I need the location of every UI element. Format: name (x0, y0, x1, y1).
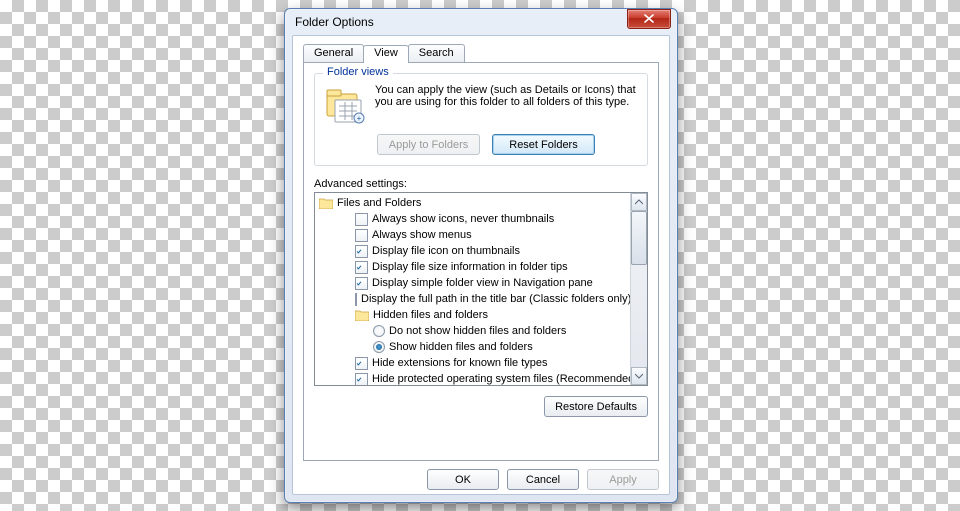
tree-item[interactable]: Show hidden files and folders (319, 339, 628, 355)
tree-root[interactable]: Files and Folders (319, 195, 628, 211)
dialog-button-row: OK Cancel Apply (293, 469, 669, 494)
advanced-settings-tree: Files and Folders Always show icons, nev… (314, 192, 648, 386)
folder-views-text: You can apply the view (such as Details … (375, 84, 637, 126)
radio[interactable] (373, 325, 385, 337)
titlebar[interactable]: Folder Options (285, 9, 677, 35)
tab-general[interactable]: General (303, 44, 364, 62)
checkbox[interactable] (355, 261, 368, 274)
folder-options-dialog: Folder Options General View Search Folde… (284, 8, 678, 503)
scroll-track[interactable] (631, 265, 647, 367)
folder-icon (355, 309, 369, 321)
tab-panel-view: Folder views + (303, 62, 659, 461)
radio[interactable] (373, 341, 385, 353)
tree-item-label: Always show menus (372, 229, 472, 241)
tree-item[interactable]: Display file size information in folder … (319, 259, 628, 275)
advanced-settings-label: Advanced settings: (314, 178, 648, 190)
svg-text:+: + (357, 114, 362, 123)
checkbox[interactable] (355, 373, 368, 386)
checkbox[interactable] (355, 213, 368, 226)
tree-item[interactable]: Always show menus (319, 227, 628, 243)
tree-item-label: Always show icons, never thumbnails (372, 213, 554, 225)
tree-item[interactable]: Hide extensions for known file types (319, 355, 628, 371)
tree-item-label: Display the full path in the title bar (… (361, 293, 630, 305)
checkbox[interactable] (355, 245, 368, 258)
scroll-up-button[interactable] (631, 193, 647, 211)
folder-icon (319, 197, 333, 209)
close-icon (644, 14, 654, 23)
checkbox[interactable] (355, 293, 357, 306)
scrollbar[interactable] (630, 193, 647, 385)
cancel-button[interactable]: Cancel (507, 469, 579, 490)
tree-item[interactable]: Display simple folder view in Navigation… (319, 275, 628, 291)
apply-to-folders-button[interactable]: Apply to Folders (377, 134, 480, 155)
tree-item[interactable]: Always show icons, never thumbnails (319, 211, 628, 227)
window-title: Folder Options (295, 15, 627, 29)
chevron-down-icon (635, 373, 643, 379)
checkbox[interactable] (355, 277, 368, 290)
tab-view[interactable]: View (363, 45, 409, 63)
tab-search[interactable]: Search (408, 44, 465, 62)
tree-item-label: Display file icon on thumbnails (372, 245, 520, 257)
tree-item-label: Hide extensions for known file types (372, 357, 547, 369)
restore-defaults-button[interactable]: Restore Defaults (544, 396, 648, 417)
tree-item[interactable]: Display file icon on thumbnails (319, 243, 628, 259)
folder-views-group: Folder views + (314, 73, 648, 166)
tree-item-label: Hidden files and folders (373, 309, 488, 321)
tree-item-label: Do not show hidden files and folders (389, 325, 566, 337)
tree-item-label: Display simple folder view in Navigation… (372, 277, 593, 289)
folder-views-legend: Folder views (323, 66, 393, 78)
tree-root-label: Files and Folders (337, 197, 421, 209)
close-button[interactable] (627, 9, 671, 29)
tree-viewport[interactable]: Files and Folders Always show icons, nev… (315, 193, 630, 385)
ok-button[interactable]: OK (427, 469, 499, 490)
scroll-down-button[interactable] (631, 367, 647, 385)
tree-item[interactable]: Display the full path in the title bar (… (319, 291, 628, 307)
chevron-up-icon (635, 199, 643, 205)
tree-item[interactable]: Hidden files and folders (319, 307, 628, 323)
tab-strip: General View Search (303, 44, 669, 62)
tree-item-label: Show hidden files and folders (389, 341, 533, 353)
checkbox[interactable] (355, 229, 368, 242)
folder-views-icon: + (325, 84, 365, 126)
tree-item[interactable]: Hide protected operating system files (R… (319, 371, 628, 385)
apply-button[interactable]: Apply (587, 469, 659, 490)
tree-item-label: Display file size information in folder … (372, 261, 568, 273)
scroll-thumb[interactable] (631, 211, 647, 265)
tree-item[interactable]: Do not show hidden files and folders (319, 323, 628, 339)
tree-item-label: Hide protected operating system files (R… (372, 373, 630, 385)
reset-folders-button[interactable]: Reset Folders (492, 134, 595, 155)
client-area: General View Search Folder views (292, 35, 670, 495)
checkbox[interactable] (355, 357, 368, 370)
